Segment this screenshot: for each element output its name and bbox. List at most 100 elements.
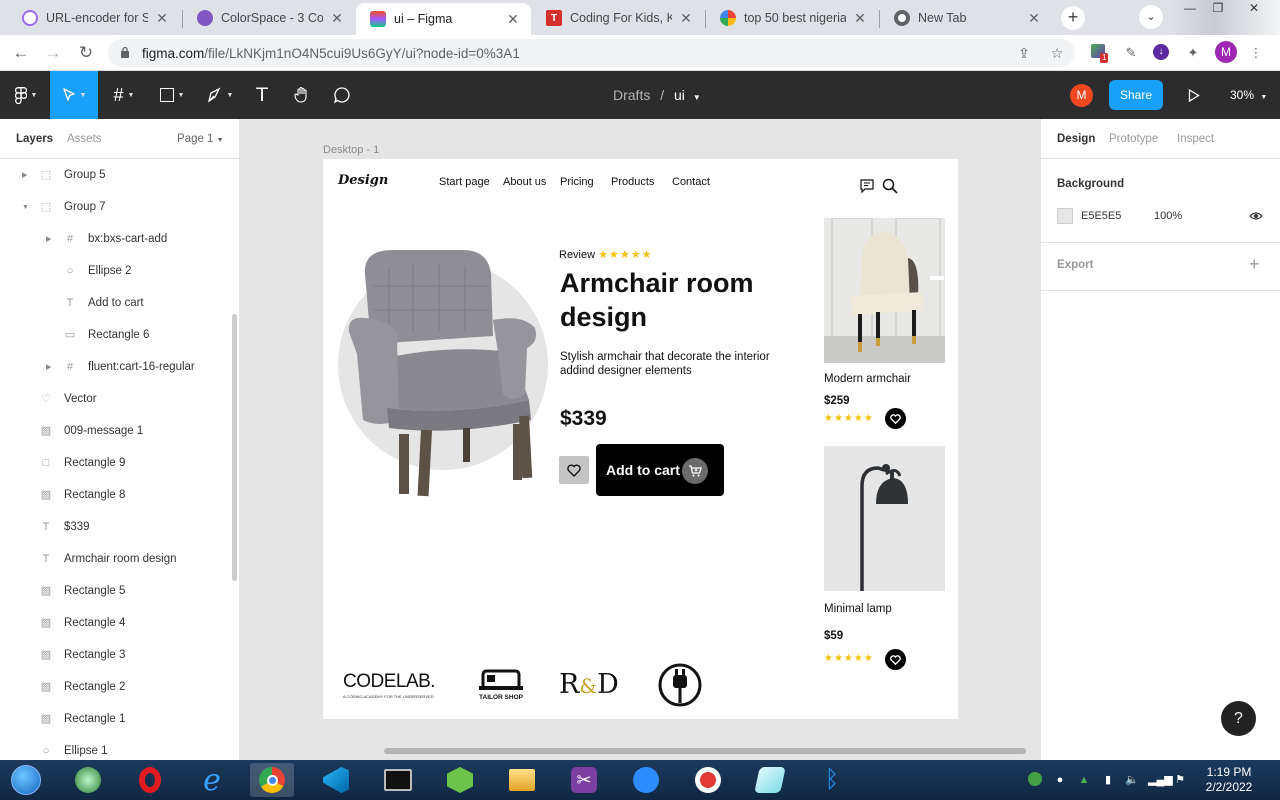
node-js-icon[interactable] (438, 763, 482, 797)
android-studio-icon[interactable] (66, 763, 110, 797)
codelab-logo[interactable]: CODELAB. A CODING ACADEMY FOR THE UNDERS… (343, 671, 453, 711)
screen-recorder-icon[interactable] (686, 763, 730, 797)
zoom-level[interactable]: 30% ▼ (1230, 88, 1267, 102)
layer-row[interactable]: ▨ Rectangle 4 (0, 607, 230, 639)
opera-icon[interactable] (128, 763, 172, 797)
layer-row[interactable]: ▶ # fluent:cart-16-regular (0, 351, 230, 383)
shape-tool-icon[interactable]: ▼ (152, 71, 192, 119)
tab-prototype[interactable]: Prototype (1109, 133, 1158, 145)
file-name[interactable]: ui (674, 87, 685, 103)
design-canvas[interactable]: Desktop - 1 Design Start page About us P… (241, 119, 1040, 760)
layer-row[interactable]: ▨ Rectangle 5 (0, 575, 230, 607)
r-and-d-logo[interactable]: R&D (559, 669, 639, 709)
hero-price[interactable]: $339 (560, 407, 607, 431)
close-icon[interactable]: ✕ (678, 10, 694, 27)
expand-right-icon[interactable]: ▶ (46, 363, 51, 371)
share-page-icon[interactable]: ⇪ (1015, 44, 1033, 62)
tab-assets[interactable]: Assets (67, 133, 102, 145)
layer-row[interactable]: ▨ Rectangle 1 (0, 703, 230, 735)
restore-button[interactable]: ❐ (1204, 0, 1232, 18)
snipping-tool-icon[interactable]: ✂ (562, 763, 606, 797)
network-icon[interactable]: ▂▄▆ (1148, 772, 1173, 788)
nav-products[interactable]: Products (611, 176, 654, 188)
more-menu-icon[interactable]: ⋮ (1247, 44, 1265, 62)
pen-tool-icon[interactable]: ▼ (200, 71, 240, 119)
close-icon[interactable]: ✕ (505, 11, 521, 28)
help-button[interactable]: ? (1221, 701, 1256, 736)
layer-row[interactable]: ▶ # bx:bxs-cart-add (0, 223, 230, 255)
file-explorer-icon[interactable] (500, 763, 544, 797)
close-icon[interactable]: ✕ (329, 10, 345, 27)
expand-right-icon[interactable]: ▶ (22, 171, 27, 179)
new-tab-button[interactable]: + (1061, 6, 1085, 30)
layer-row[interactable]: □ Rectangle 9 (0, 447, 230, 479)
favorite-button[interactable] (559, 456, 589, 484)
battery-icon[interactable]: ▮ (1100, 772, 1116, 788)
paint-app-icon[interactable] (748, 763, 792, 797)
layer-row[interactable]: ♡ Vector (0, 383, 230, 415)
nav-contact[interactable]: Contact (672, 176, 710, 188)
layer-row[interactable]: T Armchair room design (0, 543, 230, 575)
bluetooth-icon[interactable]: ᛒ (810, 763, 854, 797)
minimize-button[interactable]: — (1176, 0, 1204, 18)
export-section-title[interactable]: Export (1057, 259, 1093, 271)
download-extension-icon[interactable]: ↓ (1153, 44, 1171, 62)
desktop-frame[interactable]: Design Start page About us Pricing Produ… (323, 159, 958, 719)
back-arrow-icon[interactable]: ← (9, 41, 33, 65)
background-hex-input[interactable]: E5E5E5 (1081, 210, 1121, 222)
forward-arrow-icon[interactable]: → (41, 41, 65, 65)
profile-avatar[interactable]: M (1215, 41, 1237, 63)
user-avatar[interactable]: M (1070, 84, 1093, 107)
tray-app-icon[interactable]: ● (1052, 772, 1068, 788)
move-tool-icon[interactable]: ▼ (50, 71, 98, 119)
browser-tab[interactable]: New Tab ✕ (880, 3, 1052, 33)
nav-start-page[interactable]: Start page (439, 176, 490, 188)
layer-row[interactable]: ▨ Rectangle 2 (0, 671, 230, 703)
heart-icon[interactable] (885, 408, 906, 429)
frame-tool-icon[interactable]: # ▼ (104, 71, 144, 119)
canvas-horizontal-scrollbar[interactable] (384, 748, 1026, 754)
tailor-shop-logo[interactable]: TAILOR SHOP (473, 669, 533, 709)
browser-tab[interactable]: ColorSpace - 3 Color ✕ (183, 3, 355, 33)
product-name[interactable]: Minimal lamp (824, 603, 892, 615)
layer-row[interactable]: ▨ Rectangle 8 (0, 479, 230, 511)
close-icon[interactable]: ✕ (852, 10, 868, 27)
layer-row[interactable]: ▼ ⬚ Group 7 (0, 191, 230, 223)
chrome-icon[interactable] (250, 763, 294, 797)
chevron-down-icon[interactable]: ▼ (693, 93, 701, 102)
comment-tool-icon[interactable] (328, 71, 356, 119)
internet-explorer-icon[interactable]: e (190, 763, 234, 798)
tab-inspect[interactable]: Inspect (1177, 133, 1214, 145)
product-name[interactable]: Modern armchair (824, 373, 911, 385)
browser-tab-active[interactable]: ui – Figma ✕ (356, 3, 531, 35)
background-color-swatch[interactable] (1057, 208, 1073, 224)
share-button[interactable]: Share (1109, 80, 1163, 110)
add-export-plus-icon[interactable]: + (1249, 254, 1260, 275)
volume-icon[interactable]: 🔈 (1124, 772, 1140, 788)
reload-icon[interactable]: ↻ (74, 41, 98, 65)
hero-title[interactable]: Armchair room design (560, 266, 800, 334)
product-price[interactable]: $59 (824, 630, 843, 642)
layer-row[interactable]: T Add to cart (0, 287, 230, 319)
browser-tab[interactable]: URL-encoder for SVG ✕ (8, 3, 180, 33)
frame-label[interactable]: Desktop - 1 (323, 144, 379, 156)
modern-armchair-image[interactable] (824, 218, 945, 363)
minimal-lamp-image[interactable] (824, 446, 945, 591)
extension-icon[interactable]: 1 (1091, 44, 1109, 63)
power-plug-logo[interactable] (658, 663, 702, 707)
layer-row[interactable]: ▨ 009-message 1 (0, 415, 230, 447)
armchair-image[interactable] (343, 244, 543, 499)
address-bar[interactable]: figma.com/file/LkNKjm1nO4N5cui9Us6GyY/ui… (108, 39, 1075, 67)
figma-main-menu-icon[interactable]: ▼ (6, 71, 46, 119)
text-tool-icon[interactable]: T (248, 71, 276, 119)
zoom-app-icon[interactable] (624, 763, 668, 797)
vs-code-icon[interactable] (314, 763, 358, 797)
tab-design[interactable]: Design (1057, 133, 1095, 145)
site-logo[interactable]: Design (338, 173, 388, 188)
layer-row[interactable]: ○ Ellipse 2 (0, 255, 230, 287)
tray-triangle-icon[interactable]: ▲ (1076, 772, 1092, 788)
close-icon[interactable]: ✕ (1026, 10, 1042, 27)
browser-tab[interactable]: T Coding For Kids, Kids ✕ (532, 3, 704, 33)
close-icon[interactable]: ✕ (154, 10, 170, 27)
heart-icon[interactable] (885, 649, 906, 670)
